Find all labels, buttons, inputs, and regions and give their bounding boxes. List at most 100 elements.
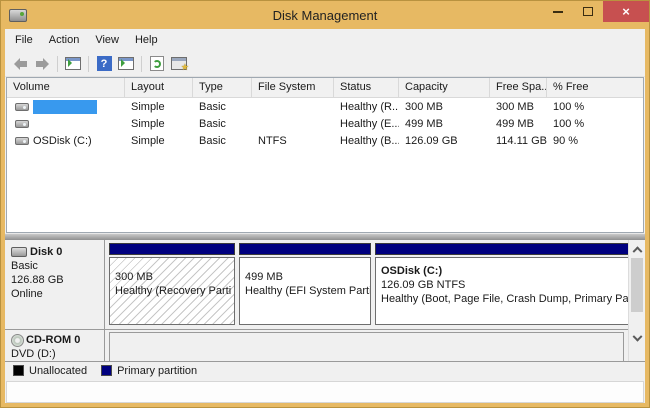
pane-splitter[interactable] — [5, 233, 645, 240]
disk0-type: Basic — [11, 259, 100, 273]
cdrom-header[interactable]: CD-ROM 0 DVD (D:) — [5, 330, 105, 361]
cell-file-system: NTFS — [252, 135, 334, 147]
back-button[interactable] — [9, 53, 31, 75]
volume-list: Volume Layout Type File System Status Ca… — [6, 77, 644, 233]
show-action-pane-button[interactable] — [115, 53, 137, 75]
disk0-name: Disk 0 — [30, 245, 62, 259]
scroll-down-button[interactable] — [629, 331, 645, 347]
refresh-button[interactable] — [146, 53, 168, 75]
toolbar: ? — [5, 51, 645, 77]
volume-list-header: Volume Layout Type File System Status Ca… — [7, 78, 643, 98]
rescan-disks-button[interactable] — [168, 53, 190, 75]
col-file-system[interactable]: File System — [252, 78, 334, 97]
partition-efi[interactable]: 499 MB Healthy (EFI System Partit — [239, 243, 371, 325]
cell-free-space: 114.11 GB — [490, 135, 547, 147]
table-row[interactable]: Simple Basic Healthy (E... 499 MB 499 MB… — [7, 115, 643, 132]
partition-title: OSDisk (C:) — [381, 264, 638, 278]
console-window-icon — [65, 57, 81, 70]
primary-partition-swatch — [101, 365, 112, 376]
cell-status: Healthy (B... — [334, 135, 399, 147]
col-capacity[interactable]: Capacity — [399, 78, 490, 97]
col-volume[interactable]: Volume — [7, 78, 125, 97]
show-console-tree-button[interactable] — [62, 53, 84, 75]
volume-name: OSDisk (C:) — [33, 135, 92, 147]
disk-icon — [11, 247, 27, 257]
partition-status: Healthy (Boot, Page File, Crash Dump, Pr… — [381, 292, 638, 306]
partition-size: 300 MB — [115, 270, 234, 284]
toolbar-separator — [57, 56, 58, 72]
back-icon — [14, 58, 27, 70]
table-row[interactable]: OSDisk (C:) Simple Basic NTFS Healthy (B… — [7, 132, 643, 149]
unallocated-swatch — [13, 365, 24, 376]
cd-icon — [11, 334, 24, 347]
cdrom-media: DVD (D:) — [11, 347, 100, 361]
partition-size: 499 MB — [245, 270, 370, 284]
disk0-graph: 300 MB Healthy (Recovery Parti 499 MB He… — [105, 240, 643, 329]
cell-type: Basic — [193, 101, 252, 113]
forward-icon — [36, 58, 49, 70]
col-pct-free[interactable]: % Free — [547, 78, 643, 97]
menu-action[interactable]: Action — [41, 31, 88, 49]
legend-unallocated: Unallocated — [13, 365, 87, 377]
scroll-up-button[interactable] — [629, 240, 645, 256]
scrollbar-thumb[interactable] — [631, 258, 643, 312]
forward-button[interactable] — [31, 53, 53, 75]
menu-view[interactable]: View — [87, 31, 127, 49]
cell-pct-free: 90 % — [547, 135, 643, 147]
cell-capacity: 300 MB — [399, 101, 490, 113]
table-row[interactable]: Simple Basic Healthy (R... 300 MB 300 MB… — [7, 98, 643, 115]
col-free-space[interactable]: Free Spa... — [490, 78, 547, 97]
cell-free-space: 499 MB — [490, 118, 547, 130]
partition-color-band — [239, 243, 371, 255]
cdrom-name: CD-ROM 0 — [26, 333, 80, 347]
close-button[interactable]: × — [603, 1, 649, 22]
close-icon: × — [622, 5, 630, 18]
legend-primary-partition: Primary partition — [101, 365, 197, 377]
minimize-button[interactable] — [543, 1, 573, 22]
col-status[interactable]: Status — [334, 78, 399, 97]
cell-status: Healthy (E... — [334, 118, 399, 130]
disk0-row: Disk 0 Basic 126.88 GB Online 300 MB Hea… — [5, 240, 628, 330]
partition-recovery[interactable]: 300 MB Healthy (Recovery Parti — [109, 243, 235, 325]
volume-icon — [15, 103, 29, 111]
disk0-header[interactable]: Disk 0 Basic 126.88 GB Online — [5, 240, 105, 329]
titlebar: Disk Management × — [1, 1, 649, 29]
cell-layout: Simple — [125, 118, 193, 130]
volume-icon — [15, 120, 29, 128]
partition-size: 126.09 GB NTFS — [381, 278, 638, 292]
col-type[interactable]: Type — [193, 78, 252, 97]
menu-help[interactable]: Help — [127, 31, 166, 49]
vertical-scrollbar[interactable] — [628, 240, 645, 361]
rescan-disks-icon — [171, 57, 187, 70]
cell-layout: Simple — [125, 101, 193, 113]
chevron-down-icon — [632, 331, 642, 341]
partition-color-band — [375, 243, 639, 255]
toolbar-separator — [88, 56, 89, 72]
menu-file[interactable]: File — [7, 31, 41, 49]
help-button[interactable]: ? — [93, 53, 115, 75]
cell-free-space: 300 MB — [490, 101, 547, 113]
partition-osdisk-c[interactable]: OSDisk (C:) 126.09 GB NTFS Healthy (Boot… — [375, 243, 639, 325]
cdrom-media-region[interactable] — [109, 332, 624, 361]
cell-pct-free: 100 % — [547, 101, 643, 113]
col-layout[interactable]: Layout — [125, 78, 193, 97]
partition-color-band — [109, 243, 235, 255]
disk0-status: Online — [11, 287, 100, 301]
disk-graph-pane: Disk 0 Basic 126.88 GB Online 300 MB Hea… — [5, 240, 645, 361]
maximize-button[interactable] — [573, 1, 603, 22]
refresh-icon — [150, 56, 164, 71]
cell-capacity: 499 MB — [399, 118, 490, 130]
status-strip — [6, 381, 644, 403]
cdrom-row: CD-ROM 0 DVD (D:) — [5, 330, 628, 361]
toolbar-separator — [141, 56, 142, 72]
minimize-icon — [553, 11, 563, 13]
partition-status: Healthy (EFI System Partit — [245, 284, 370, 298]
partition-status: Healthy (Recovery Parti — [115, 284, 234, 298]
disk0-size: 126.88 GB — [11, 273, 100, 287]
cell-status: Healthy (R... — [334, 101, 399, 113]
selected-volume-highlight — [33, 100, 97, 114]
chevron-up-icon — [632, 246, 642, 256]
cell-pct-free: 100 % — [547, 118, 643, 130]
cell-type: Basic — [193, 118, 252, 130]
client-area: File Action View Help ? Volume — [5, 29, 645, 403]
